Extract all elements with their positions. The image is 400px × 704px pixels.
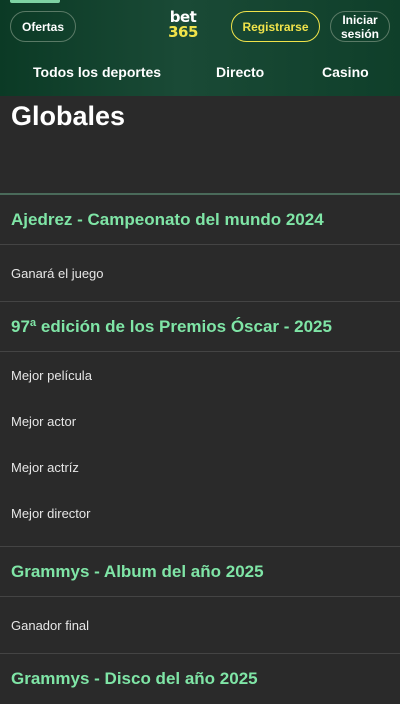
active-indicator <box>10 0 60 3</box>
bet365-logo[interactable]: bet 365 <box>166 10 200 42</box>
market-item[interactable]: Ganará el juego <box>0 245 400 301</box>
nav-casino[interactable]: Casino <box>322 64 369 80</box>
page-title: Globales <box>11 101 126 131</box>
nav-all-sports[interactable]: Todos los deportes <box>33 64 161 80</box>
nav-live[interactable]: Directo <box>216 64 264 80</box>
market-item[interactable]: Mejor actor <box>0 398 400 444</box>
header-bar: Ofertas bet 365 Registrarse Iniciar sesi… <box>0 0 400 96</box>
section-header-grammys-record[interactable]: Grammys - Disco del año 2025 <box>0 654 400 704</box>
section-header-oscars[interactable]: 97ª edición de los Premios Óscar - 2025 <box>0 302 400 352</box>
register-button[interactable]: Registrarse <box>231 11 320 42</box>
market-list: Ajedrez - Campeonato del mundo 2024 Gana… <box>0 195 400 704</box>
market-item[interactable]: Mejor actríz <box>0 444 400 490</box>
market-item[interactable]: Mejor película <box>0 352 400 398</box>
section-header-grammys-album[interactable]: Grammys - Album del año 2025 <box>0 547 400 597</box>
login-button[interactable]: Iniciar sesión <box>330 11 390 42</box>
offers-button[interactable]: Ofertas <box>10 11 76 42</box>
logo-365-text: 365 <box>168 23 198 41</box>
market-item[interactable]: Ganador final <box>0 597 400 653</box>
market-item[interactable]: Mejor director <box>0 490 400 536</box>
section-header-chess[interactable]: Ajedrez - Campeonato del mundo 2024 <box>0 195 400 245</box>
